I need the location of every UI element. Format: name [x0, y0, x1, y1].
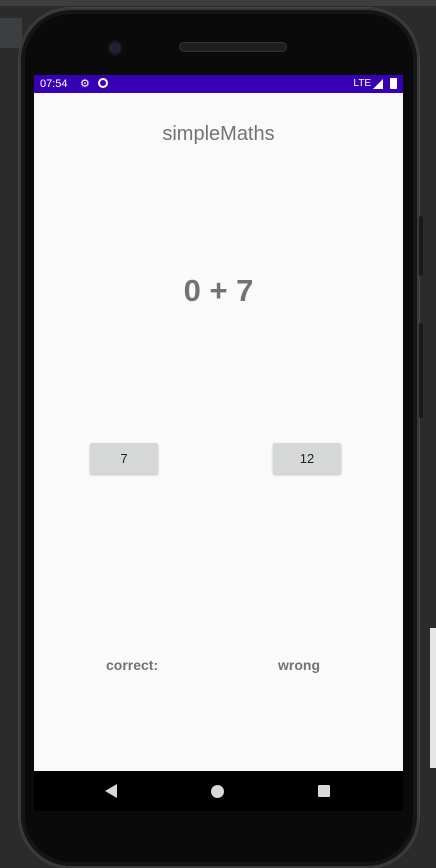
sync-icon — [98, 78, 108, 88]
network-type: LTE — [353, 78, 371, 89]
answer-button-2[interactable]: 12 — [273, 443, 341, 474]
status-bar: 07:54 ⚙ LTE — [34, 75, 403, 93]
navigation-bar — [34, 771, 403, 811]
app-screen: 07:54 ⚙ LTE simpleMaths 0 + 7 7 12 corre… — [34, 75, 403, 771]
math-question: 0 + 7 — [183, 273, 254, 308]
earpiece-speaker — [179, 42, 287, 52]
ide-side-tab — [0, 18, 22, 48]
back-icon[interactable] — [105, 784, 117, 798]
signal-icon — [373, 79, 383, 89]
recents-icon[interactable] — [318, 785, 330, 797]
volume-button — [419, 216, 423, 276]
app-title: simpleMaths — [162, 123, 275, 145]
notification-icon: ⚙ — [80, 78, 90, 90]
ide-top-strip — [0, 0, 436, 6]
correct-score-label: correct: — [106, 657, 159, 673]
ide-panel-edge — [430, 628, 436, 768]
front-camera — [109, 42, 121, 54]
status-time: 07:54 — [40, 78, 68, 90]
battery-icon — [390, 78, 397, 89]
wrong-score-label: wrong — [278, 657, 320, 673]
home-icon[interactable] — [211, 785, 224, 798]
power-button — [419, 323, 423, 418]
answer-button-1[interactable]: 7 — [90, 443, 158, 474]
